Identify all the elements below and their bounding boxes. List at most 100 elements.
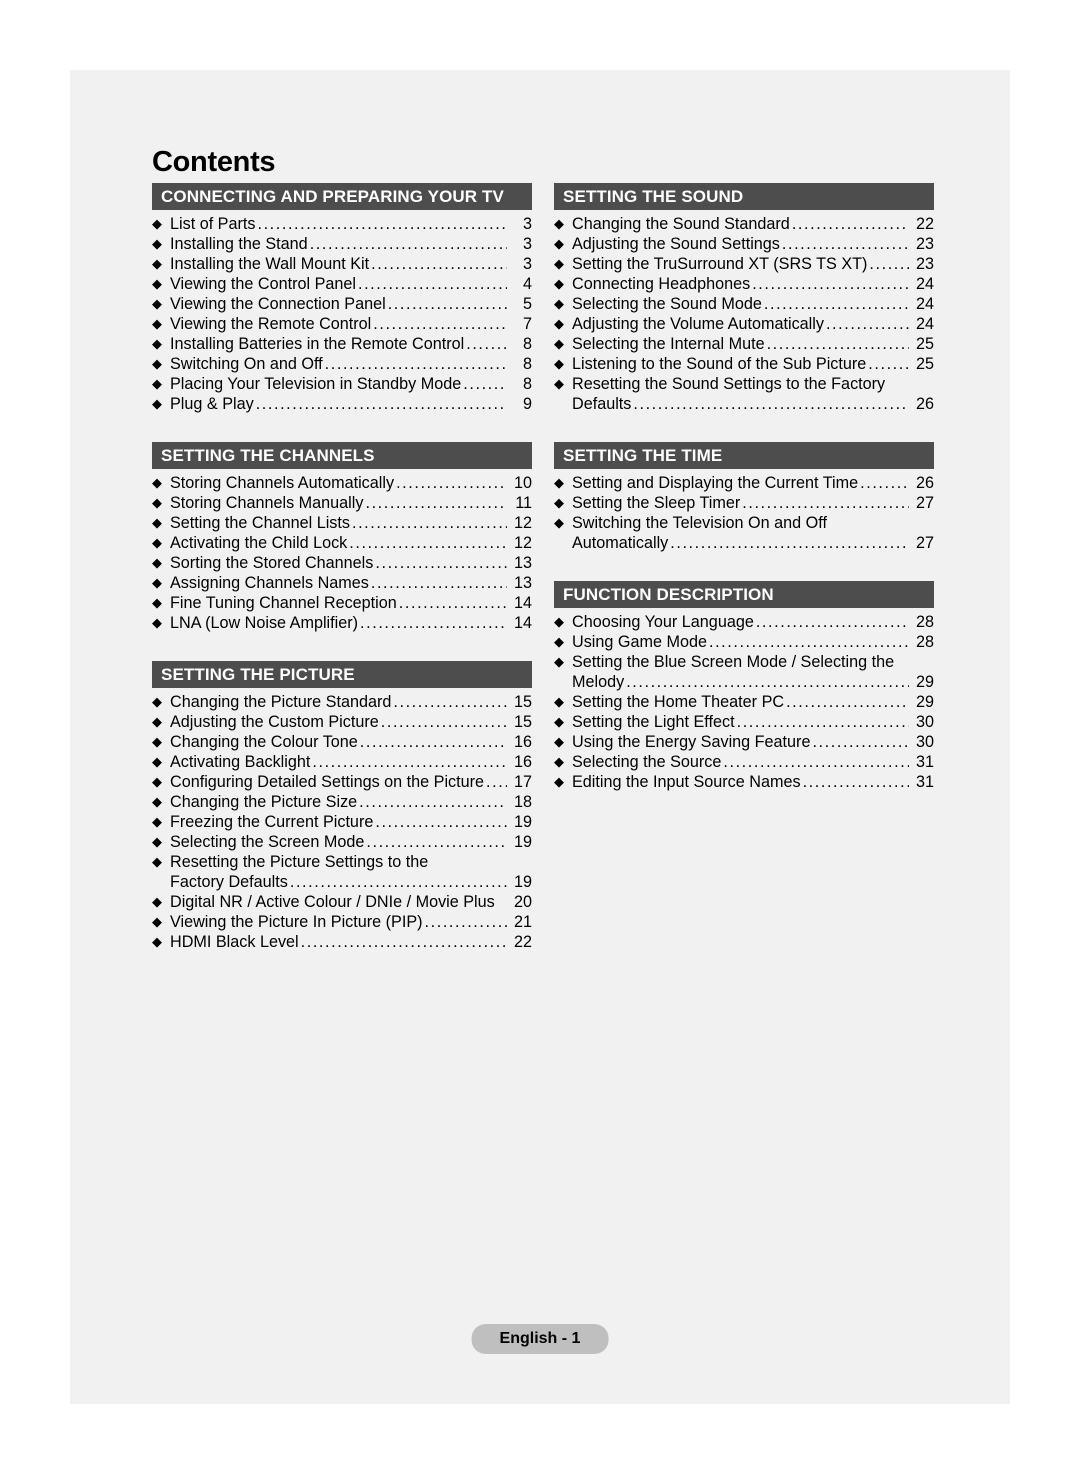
toc-entry[interactable]: ◆ Choosing Your Language 28	[554, 612, 934, 632]
toc-entry-line: Selecting the Screen Mode 19	[170, 832, 532, 852]
toc-page-number: 4	[522, 275, 532, 293]
dot-leader	[290, 872, 507, 892]
toc-entry[interactable]: ◆ Setting the Blue Screen Mode / Selectin…	[554, 652, 934, 692]
diamond-bullet-icon: ◆	[152, 376, 162, 391]
toc-entry[interactable]: ◆ Adjusting the Volume Automatically 24	[554, 314, 934, 334]
toc-entry-line: Choosing Your Language 28	[572, 612, 934, 632]
diamond-bullet-icon: ◆	[554, 216, 564, 231]
diamond-bullet-icon: ◆	[152, 515, 162, 530]
toc-entry-line: Viewing the Control Panel 4	[170, 274, 532, 294]
toc-entry[interactable]: ◆ Changing the Picture Standard 15	[152, 692, 532, 712]
toc-entry-line: Digital NR / Active Colour / DNIe / Movi…	[170, 892, 532, 912]
toc-entry[interactable]: ◆ Configuring Detailed Settings on the Pi…	[152, 772, 532, 792]
toc-entry[interactable]: ◆ Viewing the Connection Panel 5	[152, 294, 532, 314]
toc-entry-label: Adjusting the Sound Settings	[572, 235, 780, 253]
dot-leader	[360, 732, 507, 752]
toc-entry[interactable]: ◆ Assigning Channels Names 13	[152, 573, 532, 593]
toc-page-number: 3	[522, 215, 532, 233]
toc-entry[interactable]: ◆ List of Parts 3	[152, 214, 532, 234]
toc-entry[interactable]: ◆ Storing Channels Manually 11	[152, 493, 532, 513]
toc-entry-line: Changing the Sound Standard 22	[572, 214, 934, 234]
toc-entry[interactable]: ◆ Viewing the Picture In Picture (PIP) 21	[152, 912, 532, 932]
dot-leader	[393, 692, 507, 712]
toc-entry[interactable]: ◆ Installing the Wall Mount Kit 3	[152, 254, 532, 274]
toc-entry-line: Storing Channels Automatically 10	[170, 473, 532, 493]
toc-entry[interactable]: ◆ Editing the Input Source Names 31	[554, 772, 934, 792]
toc-page-number: 13	[513, 574, 532, 592]
toc-entry[interactable]: ◆ Resetting the Sound Settings to the Fac…	[554, 374, 934, 414]
toc-entry-label: Choosing Your Language	[572, 613, 754, 631]
toc-entry[interactable]: ◆ Activating the Child Lock 12	[152, 533, 532, 553]
toc-entry[interactable]: ◆ Setting the Home Theater PC 29	[554, 692, 934, 712]
toc-entry[interactable]: ◆ Digital NR / Active Colour / DNIe / Mov…	[152, 892, 532, 912]
toc-list: ◆ Storing Channels Automatically 10 ◆ Storin…	[152, 469, 532, 633]
toc-list: ◆ Changing the Picture Standard 15 ◆ Adjusti…	[152, 688, 532, 952]
toc-entry[interactable]: ◆ Plug & Play 9	[152, 394, 532, 414]
dot-leader	[301, 932, 507, 952]
toc-entry[interactable]: ◆ Changing the Colour Tone 16	[152, 732, 532, 752]
dot-leader	[626, 672, 909, 692]
toc-entry[interactable]: ◆ Connecting Headphones 24	[554, 274, 934, 294]
diamond-bullet-icon: ◆	[554, 614, 564, 629]
toc-entry-label: Installing the Stand	[170, 235, 308, 253]
toc-entry[interactable]: ◆ Using Game Mode 28	[554, 632, 934, 652]
toc-entry[interactable]: ◆ Placing Your Television in Standby Mode…	[152, 374, 532, 394]
toc-entry[interactable]: ◆ Switching On and Off 8	[152, 354, 532, 374]
toc-entry-line: Viewing the Picture In Picture (PIP) 21	[170, 912, 532, 932]
toc-entry[interactable]: ◆ Activating Backlight 16	[152, 752, 532, 772]
toc-entry[interactable]: ◆ Installing the Stand 3	[152, 234, 532, 254]
diamond-bullet-icon: ◆	[554, 714, 564, 729]
right-column: SETTING THE SOUND ◆ Changing the Sound Sta…	[554, 183, 934, 952]
toc-entry[interactable]: ◆ Setting the TruSurround XT (SRS TS XT) 2…	[554, 254, 934, 274]
toc-entry[interactable]: ◆ HDMI Black Level 22	[152, 932, 532, 952]
dot-leader	[399, 593, 507, 613]
diamond-bullet-icon: ◆	[554, 236, 564, 251]
toc-page-number: 19	[513, 813, 532, 831]
toc-entry[interactable]: ◆ Freezing the Current Picture 19	[152, 812, 532, 832]
toc-entry-line: Installing Batteries in the Remote Contr…	[170, 334, 532, 354]
diamond-bullet-icon: ◆	[152, 475, 162, 490]
toc-columns: CONNECTING AND PREPARING YOUR TV ◆ List of…	[152, 183, 934, 952]
dot-leader	[312, 752, 507, 772]
toc-entry[interactable]: ◆ Selecting the Internal Mute 25	[554, 334, 934, 354]
toc-entry[interactable]: ◆ Changing the Sound Standard 22	[554, 214, 934, 234]
toc-entry[interactable]: ◆ Installing Batteries in the Remote Cont…	[152, 334, 532, 354]
page-title: Contents	[152, 146, 276, 178]
toc-entry-continuation: Automatically	[572, 534, 669, 552]
toc-entry[interactable]: ◆ Resetting the Picture Settings to the Fa…	[152, 852, 532, 892]
toc-entry[interactable]: ◆ Using the Energy Saving Feature 30	[554, 732, 934, 752]
toc-entry[interactable]: ◆ Adjusting the Sound Settings 23	[554, 234, 934, 254]
toc-entry-label: Digital NR / Active Colour / DNIe / Movi…	[170, 893, 495, 911]
toc-entry[interactable]: ◆ Sorting the Stored Channels 13	[152, 553, 532, 573]
toc-entry-line: Configuring Detailed Settings on the Pic…	[170, 772, 532, 792]
toc-entry[interactable]: ◆ Viewing the Control Panel 4	[152, 274, 532, 294]
toc-entry[interactable]: ◆ Selecting the Sound Mode 24	[554, 294, 934, 314]
toc-entry[interactable]: ◆ Storing Channels Automatically 10	[152, 473, 532, 493]
toc-entry[interactable]: ◆ Setting the Sleep Timer 27	[554, 493, 934, 513]
toc-entry-continuation-line: Automatically 27	[572, 533, 934, 553]
toc-entry-line: Selecting the Sound Mode 24	[572, 294, 934, 314]
toc-entry[interactable]: ◆ Setting and Displaying the Current Time…	[554, 473, 934, 493]
toc-entry[interactable]: ◆ Selecting the Source 31	[554, 752, 934, 772]
toc-entry[interactable]: ◆ Setting the Channel Lists 12	[152, 513, 532, 533]
toc-entry[interactable]: ◆ Switching the Television On and Off Auto…	[554, 513, 934, 553]
toc-entry[interactable]: ◆ Changing the Picture Size 18	[152, 792, 532, 812]
toc-entry[interactable]: ◆ LNA (Low Noise Amplifier) 14	[152, 613, 532, 633]
section-heading: CONNECTING AND PREPARING YOUR TV	[152, 183, 532, 210]
toc-entry[interactable]: ◆ Selecting the Screen Mode 19	[152, 832, 532, 852]
toc-entry-line: HDMI Black Level 22	[170, 932, 532, 952]
toc-page-number: 25	[915, 355, 934, 373]
toc-entry-label: Viewing the Remote Control	[170, 315, 372, 333]
toc-entry[interactable]: ◆ Listening to the Sound of the Sub Pictu…	[554, 354, 934, 374]
toc-page-number: 8	[522, 335, 532, 353]
toc-page-number: 3	[522, 235, 532, 253]
dot-leader	[709, 632, 909, 652]
toc-entry[interactable]: ◆ Fine Tuning Channel Reception 14	[152, 593, 532, 613]
dot-leader	[375, 812, 507, 832]
dot-leader	[463, 374, 507, 394]
diamond-bullet-icon: ◆	[554, 734, 564, 749]
toc-entry[interactable]: ◆ Adjusting the Custom Picture 15	[152, 712, 532, 732]
toc-entry-label: Selecting the Source	[572, 753, 722, 771]
toc-entry[interactable]: ◆ Viewing the Remote Control 7	[152, 314, 532, 334]
toc-entry[interactable]: ◆ Setting the Light Effect 30	[554, 712, 934, 732]
